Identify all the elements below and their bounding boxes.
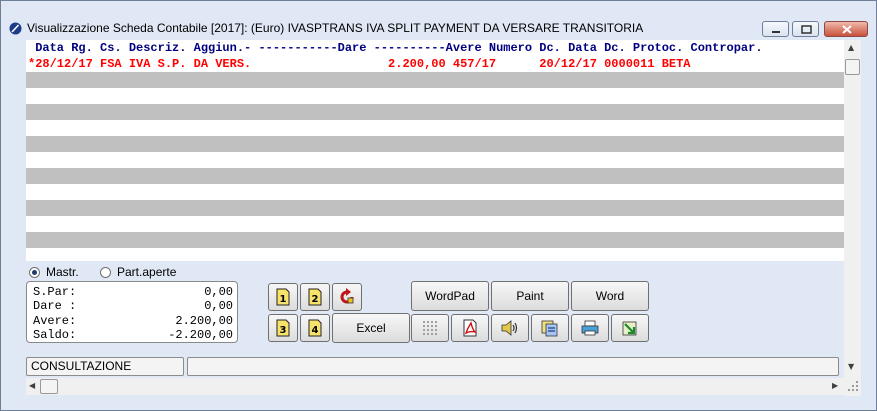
vertical-scroll-thumb[interactable] xyxy=(845,59,860,75)
summary-avere-label: Avere: xyxy=(33,314,77,328)
page-3-button[interactable]: 3 xyxy=(268,314,298,342)
refresh-button[interactable] xyxy=(332,283,362,311)
page-2-button[interactable]: 2 xyxy=(300,283,330,311)
ledger-empty-row xyxy=(26,168,844,184)
audio-button[interactable] xyxy=(491,314,529,342)
refresh-icon xyxy=(340,288,354,304)
resize-grip-icon[interactable] xyxy=(846,379,860,393)
radio-part-aperte[interactable]: Part.aperte xyxy=(100,265,176,279)
radio-mastr-label: Mastr. xyxy=(46,265,79,279)
summary-dare: Dare : 0,00 xyxy=(33,299,233,313)
ledger-row[interactable]: *28/12/17 FSA IVA S.P. DA VERS. 2.200,00… xyxy=(26,56,844,72)
exit-button[interactable] xyxy=(611,314,649,342)
vertical-scrollbar[interactable]: ▲ ▼ xyxy=(844,40,861,396)
ledger-view[interactable]: Data Rg. Cs. Descriz. Aggiun.- ---------… xyxy=(26,40,844,261)
minimize-button[interactable] xyxy=(762,21,789,37)
status-bar: CONSULTAZIONE xyxy=(26,357,840,377)
exit-arrow-icon xyxy=(622,321,637,336)
application-window: Visualizzazione Scheda Contabile [2017]:… xyxy=(0,0,877,411)
ledger-header: Data Rg. Cs. Descriz. Aggiun.- ---------… xyxy=(28,41,763,55)
paint-button[interactable]: Paint xyxy=(491,281,569,311)
printer-icon xyxy=(581,320,599,336)
excel-button[interactable]: Excel xyxy=(332,313,410,343)
wordpad-button[interactable]: WordPad xyxy=(411,281,489,311)
scroll-left-icon[interactable]: ◀ xyxy=(29,381,35,390)
radio-part-aperte-label: Part.aperte xyxy=(117,265,177,279)
radio-mastr[interactable]: Mastr. xyxy=(29,265,79,279)
status-message xyxy=(187,357,839,376)
close-button[interactable] xyxy=(824,21,868,37)
summary-spar-value: 0,00 xyxy=(204,285,233,299)
ledger-header-row: Data Rg. Cs. Descriz. Aggiun.- ---------… xyxy=(26,40,844,56)
ledger-empty-row xyxy=(26,232,844,248)
page-1-button[interactable]: 1 xyxy=(268,283,298,311)
summary-dare-label: Dare : xyxy=(33,299,77,313)
summary-avere-value: 2.200,00 xyxy=(175,314,233,328)
radio-unchecked-icon xyxy=(100,266,111,278)
speaker-icon xyxy=(501,320,518,336)
pdf-icon xyxy=(463,319,478,337)
dotted-grid-icon xyxy=(423,321,437,335)
window-title: Visualizzazione Scheda Contabile [2017]:… xyxy=(27,21,644,35)
summary-saldo-label: Saldo: xyxy=(33,328,77,342)
page-three-icon: 3 xyxy=(276,319,290,337)
page-two-icon: 2 xyxy=(308,288,322,306)
pdf-button[interactable] xyxy=(451,314,489,342)
horizontal-scrollbar[interactable]: ◀ ▶ xyxy=(26,378,844,395)
ledger-empty-row xyxy=(26,104,844,120)
minimize-icon xyxy=(772,31,780,33)
radio-checked-icon xyxy=(29,266,40,278)
ledger-entry: *28/12/17 FSA IVA S.P. DA VERS. 2.200,00… xyxy=(28,57,691,71)
svg-text:4: 4 xyxy=(312,325,319,336)
balance-summary: S.Par: 0,00 Dare : 0,00 Avere: 2.200,00 … xyxy=(26,281,238,343)
page-four-icon: 4 xyxy=(308,319,322,337)
word-button[interactable]: Word xyxy=(571,281,649,311)
summary-saldo: Saldo: -2.200,00 xyxy=(33,328,233,342)
horizontal-scroll-thumb[interactable] xyxy=(40,379,58,394)
svg-text:2: 2 xyxy=(312,294,319,305)
summary-spar-label: S.Par: xyxy=(33,285,77,299)
svg-text:3: 3 xyxy=(280,325,287,336)
page-one-icon: 1 xyxy=(276,288,290,306)
ledger-empty-row xyxy=(26,136,844,152)
app-icon xyxy=(9,22,22,35)
scroll-right-icon[interactable]: ▶ xyxy=(832,381,838,390)
status-mode: CONSULTAZIONE xyxy=(26,357,184,376)
summary-spar: S.Par: 0,00 xyxy=(33,285,233,299)
scroll-up-icon[interactable]: ▲ xyxy=(848,43,854,52)
summary-saldo-value: -2.200,00 xyxy=(168,328,233,342)
summary-dare-value: 0,00 xyxy=(204,299,233,313)
summary-avere: Avere: 2.200,00 xyxy=(33,314,233,328)
page-4-button[interactable]: 4 xyxy=(300,314,330,342)
export-button[interactable] xyxy=(531,314,569,342)
svg-text:1: 1 xyxy=(280,294,287,305)
ledger-empty-row xyxy=(26,72,844,88)
close-icon xyxy=(842,25,852,34)
title-bar[interactable]: Visualizzazione Scheda Contabile [2017]:… xyxy=(1,1,876,37)
maximize-icon xyxy=(801,25,812,34)
maximize-button[interactable] xyxy=(792,21,819,37)
scroll-down-icon[interactable]: ▼ xyxy=(848,362,854,371)
grid-button[interactable] xyxy=(411,314,449,342)
documents-export-icon xyxy=(541,320,558,337)
print-button[interactable] xyxy=(571,314,609,342)
ledger-empty-row xyxy=(26,200,844,216)
